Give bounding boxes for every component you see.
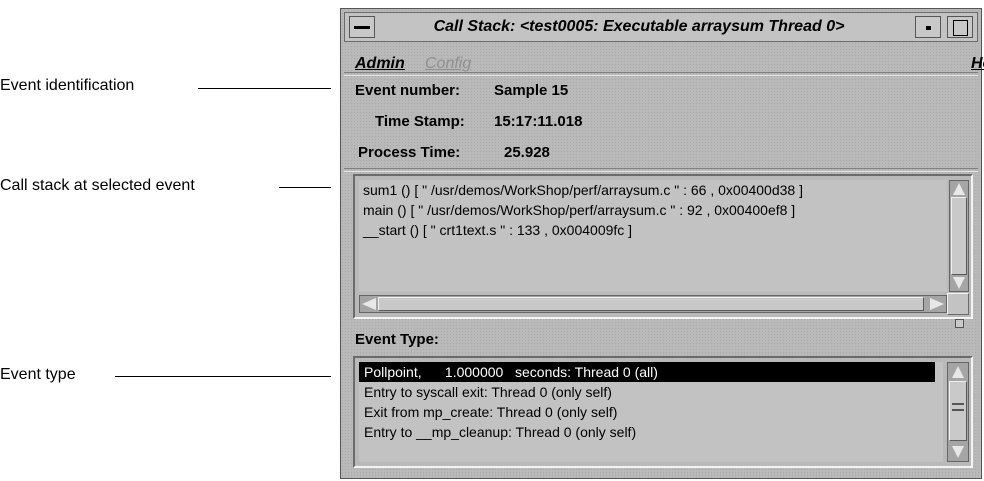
callout-line-event-type — [115, 376, 331, 377]
event-type-label: Event Type: — [355, 331, 439, 348]
arrow-down-icon[interactable] — [953, 277, 965, 289]
menu-config-label: Config — [425, 55, 472, 72]
minimize-icon[interactable] — [915, 16, 941, 38]
call-stack-line[interactable]: main () [ " /usr/demos/WorkShop/perf/arr… — [363, 200, 947, 220]
event-type-vertical-scrollbar[interactable] — [947, 362, 969, 462]
call-stack-list[interactable]: sum1 () [ " /usr/demos/WorkShop/perf/arr… — [359, 180, 947, 292]
arrow-right-icon[interactable] — [930, 298, 944, 310]
callout-line-event-identification — [198, 88, 331, 89]
callout-event-type: Event type — [0, 366, 76, 384]
event-type-item[interactable]: Exit from mp_create: Thread 0 (only self… — [359, 402, 943, 422]
call-stack-panel: sum1 () [ " /usr/demos/WorkShop/perf/arr… — [353, 174, 973, 319]
arrow-up-icon[interactable] — [953, 183, 965, 195]
menu-help-label: Help — [971, 55, 984, 72]
event-type-item[interactable]: Entry to __mp_cleanup: Thread 0 (only se… — [359, 422, 943, 442]
menu-admin-label: Admin — [355, 55, 405, 72]
title-bar[interactable]: Call Stack: <test0005: Executable arrays… — [344, 12, 978, 42]
event-type-panel: Pollpoint, 1.000000 seconds: Thread 0 (a… — [353, 356, 973, 468]
menu-bar: Admin Config Help — [344, 43, 984, 73]
event-type-scroll-thumb[interactable] — [949, 381, 967, 441]
maximize-icon[interactable] — [947, 16, 973, 38]
callout-line-call-stack — [279, 187, 331, 188]
callout-event-type-label: Event type — [0, 366, 76, 383]
arrow-up-icon[interactable] — [952, 366, 964, 378]
vertical-scroll-thumb[interactable] — [951, 197, 967, 275]
callout-event-identification: Event identification — [0, 77, 134, 95]
call-stack-line[interactable]: sum1 () [ " /usr/demos/WorkShop/perf/arr… — [363, 180, 947, 200]
event-type-item[interactable]: Entry to syscall exit: Thread 0 (only se… — [359, 382, 943, 402]
callout-call-stack: Call stack at selected event — [0, 177, 195, 195]
time-stamp-label: Time Stamp: — [375, 113, 465, 130]
process-time-value: 25.928 — [504, 144, 550, 161]
callout-event-identification-label: Event identification — [0, 77, 135, 94]
grip-lines — [952, 403, 964, 411]
menu-separator — [344, 72, 978, 76]
process-time-label: Process Time: — [358, 144, 461, 161]
event-number-label: Event number: — [355, 82, 461, 99]
event-type-list[interactable]: Pollpoint, 1.000000 seconds: Thread 0 (a… — [359, 362, 943, 462]
call-stack-horizontal-scrollbar[interactable] — [359, 295, 947, 313]
call-stack-line[interactable]: __start () [ " crt1text.s " : 133 , 0x00… — [363, 220, 947, 240]
event-number-value: Sample 15 — [494, 82, 569, 99]
scroll-corner — [947, 293, 969, 315]
window-menu-icon[interactable] — [349, 16, 375, 38]
horizontal-scroll-thumb[interactable] — [378, 297, 924, 311]
call-stack-window: Call Stack: <test0005: Executable arrays… — [340, 8, 984, 479]
pane-resize-handle[interactable] — [955, 319, 964, 328]
window-title: Call Stack: <test0005: Executable arrays… — [433, 18, 845, 35]
arrow-down-icon[interactable] — [952, 446, 964, 458]
time-stamp-value: 15:17:11.018 — [494, 113, 583, 130]
callout-call-stack-label: Call stack at selected event — [0, 177, 195, 194]
info-separator — [344, 168, 978, 172]
event-type-item-selected[interactable]: Pollpoint, 1.000000 seconds: Thread 0 (a… — [359, 362, 935, 382]
call-stack-vertical-scrollbar[interactable] — [949, 180, 969, 292]
arrow-left-icon[interactable] — [362, 298, 376, 310]
